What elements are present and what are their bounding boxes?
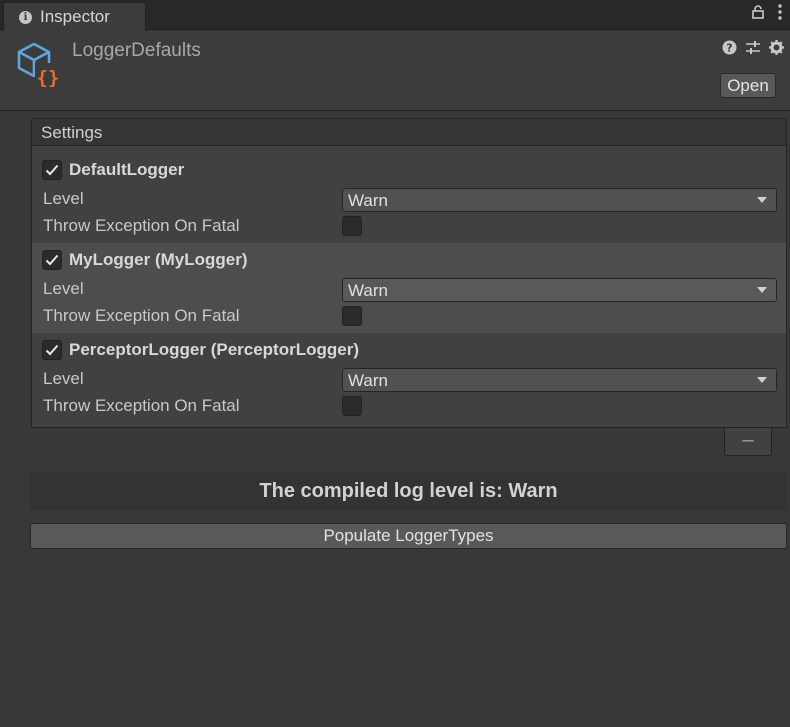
logger-enabled-checkbox[interactable] [42, 160, 62, 180]
logger-entry-perceptor: PerceptorLogger (PerceptorLogger) Level … [32, 333, 786, 423]
tab-label: Inspector [40, 7, 110, 26]
chevron-down-icon [757, 377, 767, 383]
logger-entry-default: DefaultLogger Level Warn Throw Exception… [32, 146, 786, 236]
logger-name: MyLogger (MyLogger) [69, 250, 248, 269]
level-dropdown[interactable]: Warn [342, 188, 777, 212]
settings-title: Settings [41, 123, 103, 142]
gear-icon[interactable] [769, 40, 784, 60]
logger-enabled-checkbox[interactable] [42, 250, 62, 270]
throw-on-fatal-checkbox[interactable] [342, 216, 362, 236]
svg-text:?: ? [726, 42, 732, 55]
logger-name: PerceptorLogger (PerceptorLogger) [69, 340, 359, 359]
script-asset-icon: {} [17, 42, 62, 87]
settings-list: DefaultLogger Level Warn Throw Exception… [31, 146, 787, 428]
throw-on-fatal-label: Throw Exception On Fatal [43, 396, 240, 415]
lock-icon[interactable] [752, 5, 764, 19]
logger-name: DefaultLogger [69, 160, 185, 179]
logger-entry-mylogger: MyLogger (MyLogger) Level Warn Throw Exc… [32, 243, 786, 333]
svg-text:{}: {} [37, 67, 60, 87]
sliders-icon[interactable] [745, 40, 761, 60]
throw-on-fatal-label: Throw Exception On Fatal [43, 306, 240, 325]
level-dropdown[interactable]: Warn [342, 368, 777, 392]
logger-enabled-checkbox[interactable] [42, 340, 62, 360]
tab-inspector[interactable]: i Inspector [3, 2, 146, 31]
throw-on-fatal-checkbox[interactable] [342, 396, 362, 416]
remove-element-button[interactable]: – [724, 428, 772, 456]
populate-logger-types-button[interactable]: Populate LoggerTypes [30, 523, 787, 549]
level-label: Level [43, 369, 84, 388]
tab-bar: i Inspector [0, 0, 790, 31]
open-button[interactable]: Open [720, 73, 776, 98]
kebab-menu-icon[interactable] [778, 4, 782, 20]
info-icon: i [19, 10, 32, 24]
level-label: Level [43, 279, 84, 298]
throw-on-fatal-checkbox[interactable] [342, 306, 362, 326]
help-icon[interactable]: ? [722, 40, 737, 60]
inspector-header: {} LoggerDefaults ? Open [0, 31, 790, 111]
throw-on-fatal-label: Throw Exception On Fatal [43, 216, 240, 235]
settings-header[interactable]: Settings [31, 118, 787, 146]
level-label: Level [43, 189, 84, 208]
asset-title: LoggerDefaults [72, 40, 201, 61]
level-value: Warn [348, 191, 388, 210]
chevron-down-icon [757, 197, 767, 203]
level-value: Warn [348, 371, 388, 390]
compiled-level-info: The compiled log level is: Warn [30, 472, 787, 510]
level-dropdown[interactable]: Warn [342, 278, 777, 302]
level-value: Warn [348, 281, 388, 300]
chevron-down-icon [757, 287, 767, 293]
